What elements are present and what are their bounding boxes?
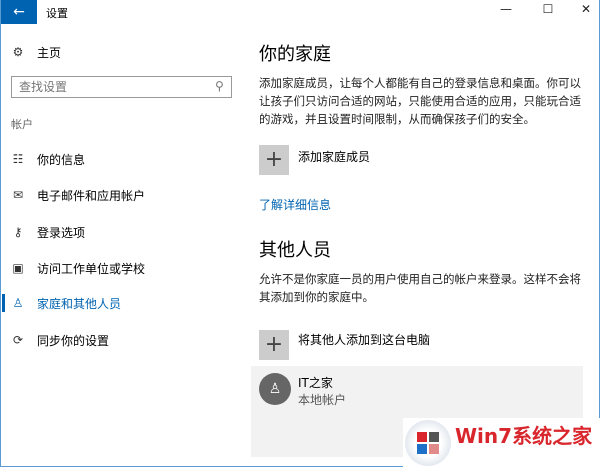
title-bar: ← 设置 — ☐ ✕ [1,0,600,24]
user-name: IT之家 [298,376,333,390]
others-heading: 其他人员 [259,240,331,261]
learn-more-link[interactable]: 了解详细信息 [259,196,331,213]
mail-icon: ✉ [12,188,24,202]
sidebar-item-label: 你的信息 [37,152,86,167]
user-icon: ♙ [268,381,282,397]
back-button[interactable]: ← [1,0,37,24]
sidebar-item-work[interactable]: ▣ 访问工作单位或学校 [1,253,241,283]
maximize-button[interactable]: ☐ [533,2,563,16]
others-description: 允许不是你家庭一员的用户使用自己的帐户来登录。这样不会将其添加到你的家庭中。 [259,272,581,304]
family-description: 添加家庭成员，让每个人都能有自己的登录信息和桌面。你可以让孩子们只访问合适的网站… [259,76,581,126]
gear-icon: ⚙ [12,45,24,59]
user-account-type: 本地帐户 [298,393,347,407]
selection-indicator [2,294,5,312]
windows-logo-icon [405,420,451,466]
sidebar-home-label: 主页 [37,45,62,60]
window-title: 设置 [46,7,68,20]
minimize-button[interactable]: — [491,2,521,16]
sidebar-section-label: 帐户 [11,118,33,131]
sidebar-item-signin[interactable]: ⚷ 登录选项 [1,217,241,247]
add-other-label[interactable]: 将其他人添加到这台电脑 [298,331,430,348]
sidebar-item-your-info[interactable]: ☷ 你的信息 [1,144,241,174]
plus-icon: + [264,332,284,357]
settings-window: ← 设置 — ☐ ✕ ⚙ 主页 ⚲ 帐户 ☷ 你的信息 ✉ 电子邮件和应用帐户 ⚷ 登… [0,0,600,467]
person-icon: ♙ [12,296,24,310]
sidebar-item-label: 同步你的设置 [37,333,110,348]
add-other-button[interactable]: + [259,330,289,360]
add-family-button[interactable]: + [259,145,289,175]
plus-icon: + [264,147,284,172]
sidebar-item-email[interactable]: ✉ 电子邮件和应用帐户 [1,180,241,210]
close-button[interactable]: ✕ [571,2,600,16]
sidebar-item-label: 访问工作单位或学校 [37,261,146,276]
sidebar-home[interactable]: ⚙ 主页 [1,37,241,67]
watermark-logo: Win7系统之家 [403,418,600,467]
briefcase-icon: ▣ [12,261,24,275]
sidebar-item-label: 家庭和其他人员 [37,296,122,311]
sidebar-item-sync[interactable]: ⟳ 同步你的设置 [1,325,241,355]
search-icon[interactable]: ⚲ [215,79,224,93]
sidebar-item-label: 电子邮件和应用帐户 [37,188,146,203]
sync-icon: ⟳ [12,333,24,347]
avatar: ♙ [259,373,291,405]
watermark-text: Win7系统之家 [455,424,593,448]
family-heading: 你的家庭 [259,44,331,65]
person-list-icon: ☷ [12,152,24,166]
add-family-label[interactable]: 添加家庭成员 [298,148,370,165]
sidebar-item-family[interactable]: ♙ 家庭和其他人员 [1,288,241,318]
sidebar-item-label: 登录选项 [37,225,86,240]
arrow-left-icon: ← [13,4,25,20]
search-input[interactable] [11,76,232,98]
key-icon: ⚷ [13,225,23,239]
